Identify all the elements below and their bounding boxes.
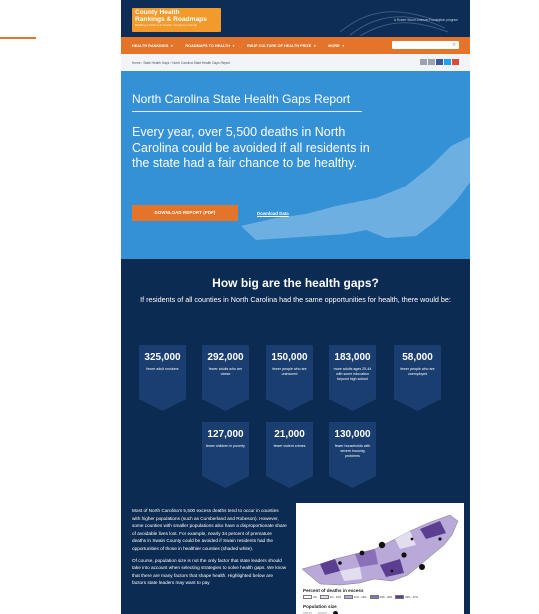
download-report-button[interactable]: DOWNLOAD REPORT (PDF): [132, 205, 238, 221]
legend-label: 11% - 19%: [354, 595, 367, 599]
stat-card: 21,000 fewer violent crimes: [266, 422, 313, 488]
nav-item-label: ROADMAPS TO HEALTH: [185, 43, 230, 48]
body-paragraph: Of course, population size is not the on…: [132, 557, 287, 586]
facebook-share-icon[interactable]: [436, 59, 443, 65]
stat-label: fewer adult smokers: [146, 367, 179, 371]
legend-swatch: [369, 595, 379, 599]
nav-roadmaps[interactable]: ROADMAPS TO HEALTH ▼: [185, 44, 235, 48]
twitter-share-icon[interactable]: [444, 59, 451, 65]
search-input[interactable]: ⌕: [392, 41, 459, 49]
chevron-down-icon: ▼: [170, 43, 174, 48]
email-share-icon[interactable]: [420, 59, 427, 65]
stat-label: fewer violent crimes: [273, 444, 306, 448]
nav-more[interactable]: MORE ▼: [328, 44, 344, 48]
stat-number: 292,000: [207, 352, 244, 363]
chevron-down-icon: ▼: [231, 43, 235, 48]
nav-item-label: RWJF CULTURE OF HEALTH PRIZE: [246, 43, 312, 48]
nav-item-label: HEALTH RANKINGS: [132, 43, 169, 48]
body-paragraph: Most of North Carolina's 5,500 excess de…: [132, 508, 287, 551]
legend-item: 29% - 37%: [395, 595, 418, 599]
county-map-icon: [301, 514, 459, 586]
stat-number: 127,000: [207, 429, 244, 440]
legend-item: 0%: [303, 595, 317, 599]
stat-card: 183,000 more adults ages 25-44 with some…: [329, 345, 376, 411]
share-icons: [420, 59, 459, 65]
legend-item: 20% - 28%: [369, 595, 393, 599]
logo-tagline: Building a Culture of Health, County by …: [135, 23, 198, 27]
legend-label: 20% - 28%: [379, 595, 393, 599]
section-title: How big are the health gaps?: [212, 276, 379, 290]
connector-line: [0, 37, 36, 39]
webpage-frame: County Health Rankings & Roadmaps Buildi…: [121, 0, 470, 614]
legend-swatch: [319, 595, 329, 599]
legend-label: 1% - 10%: [329, 595, 341, 599]
download-data-link[interactable]: Download Data: [257, 211, 289, 216]
stat-card: 150,000 fewer people who are uninsured: [266, 345, 313, 411]
rwjf-label[interactable]: A Robert Wood Johnson Foundation program: [394, 18, 458, 22]
chevron-down-icon: ▼: [341, 43, 345, 48]
main-nav: HEALTH RANKINGS ▼ ROADMAPS TO HEALTH ▼ RWJ…: [121, 37, 470, 54]
stat-label: fewer children in poverty: [206, 444, 245, 448]
stat-card: 127,000 fewer children in poverty: [202, 422, 249, 488]
hero-section: North Carolina State Health Gaps Report …: [121, 71, 470, 259]
logo-line-2: Rankings & Roadmaps: [135, 16, 207, 23]
stat-label: fewer adults who are obese: [208, 367, 243, 376]
stat-card: 58,000 fewer people who are unemployed: [394, 345, 441, 411]
legend-swatch: [303, 595, 312, 599]
chevron-down-icon: ▼: [313, 43, 317, 48]
map-legend: 0% 1% - 10% 11% - 19% 20% - 28% 29% - 37%: [303, 595, 418, 599]
legend-swatch: [344, 595, 353, 599]
nav-health-rankings[interactable]: HEALTH RANKINGS ▼: [132, 44, 173, 48]
body-text: Most of North Carolina's 5,500 excess de…: [132, 507, 287, 591]
stat-number: 183,000: [334, 352, 371, 363]
stat-number: 130,000: [334, 429, 371, 440]
legend-swatch: [395, 595, 405, 599]
site-logo[interactable]: County Health Rankings & Roadmaps Buildi…: [132, 8, 221, 32]
search-icon[interactable]: ⌕: [453, 41, 456, 49]
stat-label: fewer people who are unemployed: [400, 367, 435, 376]
nav-culture-prize[interactable]: RWJF CULTURE OF HEALTH PRIZE ▼: [247, 44, 316, 48]
population-legend-title: Population size: [303, 604, 337, 609]
breadcrumb[interactable]: Home › State Health Gaps › North Carolin…: [132, 61, 230, 65]
google-plus-share-icon[interactable]: [452, 59, 459, 65]
excess-deaths-map: Percent of deaths in excess 0% 1% - 10% 11…: [296, 503, 464, 614]
stat-label: more adults ages 25-44 with some educati…: [333, 367, 372, 381]
stat-card: 292,000 fewer adults who are obese: [202, 345, 249, 411]
stat-label: fewer people who are uninsured: [272, 367, 307, 376]
page: County Health Rankings & Roadmaps Buildi…: [0, 0, 539, 614]
top-header: County Health Rankings & Roadmaps Buildi…: [121, 0, 470, 37]
health-gaps-section: How big are the health gaps? If resident…: [121, 259, 470, 614]
page-title: North Carolina State Health Gaps Report: [132, 92, 351, 106]
legend-item: 1% - 10%: [319, 595, 341, 599]
print-share-icon[interactable]: [428, 59, 435, 65]
hero-lead-text: Every year, over 5,500 deaths in North C…: [132, 125, 370, 170]
breadcrumb-bar: Home › State Health Gaps › North Carolin…: [121, 54, 470, 71]
stat-card: 325,000 fewer adult smokers: [139, 345, 186, 411]
nav-item-label: MORE: [328, 43, 340, 48]
legend-item: 11% - 19%: [344, 595, 367, 599]
legend-label: 29% - 37%: [405, 595, 418, 599]
stat-number: 150,000: [271, 352, 308, 363]
stat-number: 58,000: [402, 352, 433, 363]
title-divider: [132, 111, 362, 112]
section-subtitle: If residents of all counties in North Ca…: [140, 295, 451, 304]
map-legend-title: Percent of deaths in excess: [303, 588, 364, 593]
stat-number: 21,000: [274, 429, 305, 440]
stat-number: 325,000: [144, 352, 181, 363]
logo-line-1: County Health: [135, 9, 180, 16]
stat-card: 130,000 fewer households with severe hou…: [329, 422, 376, 488]
stat-label: fewer households with severe housing pro…: [334, 444, 371, 458]
legend-label: 0%: [313, 595, 317, 599]
